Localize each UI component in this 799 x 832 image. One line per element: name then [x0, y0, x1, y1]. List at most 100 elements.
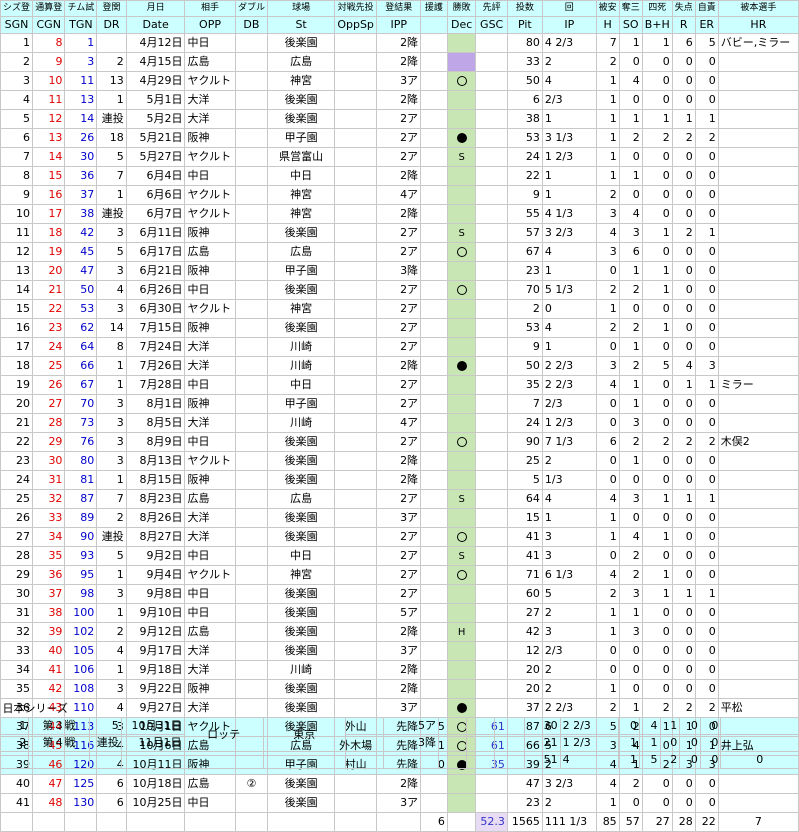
cell-cgn: 24 [32, 337, 66, 357]
cell-r: 0 [671, 71, 696, 91]
header-en-cell: B+H [641, 16, 673, 34]
cell-ipp: 2降 [376, 90, 422, 110]
game-row: 15 22 53 3 6月30日 ヤクルト 神宮 2ア 2 0 1 0 0 0 0 [0, 299, 799, 319]
cell-er: 0 [694, 774, 719, 794]
cell-sgn: 30 [0, 584, 34, 604]
cell-dr: 18 [96, 128, 127, 148]
cell-db [234, 413, 269, 433]
cell-sup [420, 204, 448, 224]
total-gsc: 52.3 [475, 812, 508, 832]
series-total-bh: 2 [659, 751, 681, 769]
cell-ip: 1 [541, 109, 597, 129]
cell-sup [420, 261, 448, 281]
cell-gsc [475, 527, 508, 547]
cell-oppsp [333, 261, 378, 281]
cell-so: 4 [618, 527, 643, 547]
cell-opp: ヤクルト [184, 204, 236, 224]
cell-st: 後楽園 [267, 679, 335, 699]
cell-so: 0 [618, 641, 643, 661]
cell-bh: 0 [641, 90, 673, 110]
cell-so: 4 [618, 71, 643, 91]
cell-h: 1 [595, 147, 620, 167]
cell-h: 4 [595, 375, 620, 395]
cell-bh: 0 [641, 774, 673, 794]
cell-oppsp [333, 337, 378, 357]
cell-sgn: 14 [0, 280, 34, 300]
japan-series-table: 日本シリーズ 1 第３戦 5 10月31日 ロッテ 東京 5ア 30 2 2/3… [0, 701, 799, 769]
cell-st: 神宮 [267, 185, 335, 205]
cell-er: 0 [694, 508, 719, 528]
cell-date: 5月21日 [125, 128, 186, 148]
cell-ip: 4 1/3 [541, 204, 597, 224]
series-game: 第４戦 [28, 734, 90, 752]
cell-tgn: 47 [64, 261, 98, 281]
win-mark-icon [456, 532, 467, 542]
header-jp-cell: 月日 [125, 0, 186, 17]
cell-oppsp [333, 33, 378, 53]
cell-sgn: 16 [0, 318, 34, 338]
dec-mark: S [458, 550, 465, 562]
cell-tgn: 130 [64, 793, 98, 813]
cell-sgn: 28 [0, 546, 34, 566]
cell-db [234, 242, 269, 262]
cell-dec [446, 660, 477, 680]
cell-date: 9月22日 [125, 679, 186, 699]
cell-bh: 0 [641, 622, 673, 642]
cell-oppsp [333, 280, 378, 300]
game-row: 12 19 45 5 6月17日 広島 広島 2ア 67 4 3 6 0 0 0 [0, 242, 799, 262]
cell-cgn: 38 [32, 603, 66, 623]
cell-opp: 阪神 [184, 679, 236, 699]
cell-pit: 24 [506, 413, 543, 433]
cell-oppsp [333, 204, 378, 224]
cell-sgn: 22 [0, 432, 34, 452]
cell-tgn: 73 [64, 413, 98, 433]
cell-st: 川崎 [267, 660, 335, 680]
cell-dr: 7 [96, 166, 127, 186]
cell-sup [420, 451, 448, 471]
cell-date: 4月29日 [125, 71, 186, 91]
cell-dr: 3 [96, 299, 127, 319]
cell-sup [420, 489, 448, 509]
cell-er: 0 [694, 679, 719, 699]
cell-opp: ヤクルト [184, 565, 236, 585]
cell-r: 0 [671, 622, 696, 642]
cell-date: 9月8日 [125, 584, 186, 604]
cell-gsc [475, 71, 508, 91]
cell-er: 1 [694, 584, 719, 604]
cell-er: 2 [694, 128, 719, 148]
cell-db [234, 489, 269, 509]
cell-bh: 0 [641, 660, 673, 680]
cell-dr: 5 [96, 147, 127, 167]
cell-tgn: 87 [64, 489, 98, 509]
cell-ipp: 4ア [376, 185, 422, 205]
cell-so: 0 [618, 52, 643, 72]
cell-ip: 2 [541, 679, 597, 699]
cell-dec [446, 375, 477, 395]
cell-oppsp [333, 242, 378, 262]
cell-pit: 50 [506, 356, 543, 376]
cell-bh: 0 [641, 147, 673, 167]
cell-oppsp [333, 147, 378, 167]
cell-st: 後楽園 [267, 584, 335, 604]
cell-h: 2 [595, 584, 620, 604]
game-row: 22 29 76 3 8月9日 中日 後楽園 2ア 90 7 1/3 6 2 2 2 2 木俣2 [0, 432, 799, 452]
series-r: 0 [679, 734, 701, 752]
cell-dr: 3 [96, 413, 127, 433]
cell-h: 0 [595, 641, 620, 661]
cell-opp: 広島 [184, 52, 236, 72]
cell-h: 4 [595, 223, 620, 243]
cell-ipp: 3ア [376, 508, 422, 528]
header-jp-cell: 通算登 [32, 0, 66, 17]
cell-er: 0 [694, 337, 719, 357]
cell-tgn: 26 [64, 128, 98, 148]
cell-dec: S [446, 546, 477, 566]
cell-er: 0 [694, 52, 719, 72]
cell-sgn: 4 [0, 90, 34, 110]
total-h: 85 [595, 812, 620, 832]
cell-opp: 大洋 [184, 90, 236, 110]
cell-sgn: 11 [0, 223, 34, 243]
cell-gsc [475, 280, 508, 300]
cell-so: 3 [618, 489, 643, 509]
cell-so: 4 [618, 204, 643, 224]
cell-ip: 7 1/3 [541, 432, 597, 452]
